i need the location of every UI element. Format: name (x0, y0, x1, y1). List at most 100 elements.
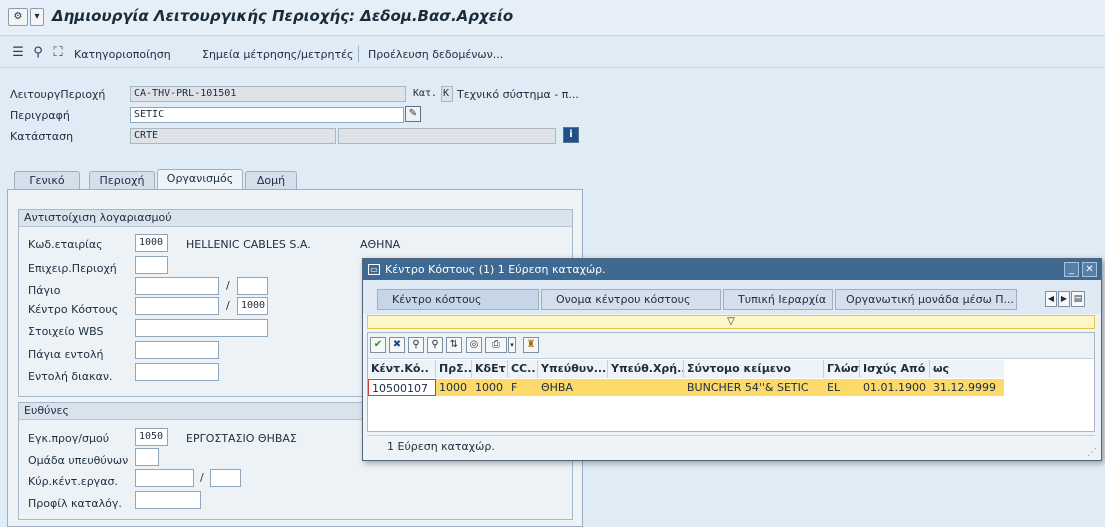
asset-order-field[interactable] (135, 341, 219, 359)
dialog-title-bar: Κέντρο Κόστους (1) 1 Εύρεση καταχώρ. (363, 259, 1101, 280)
description-field[interactable]: SETIC (130, 107, 404, 123)
binoculars-icon[interactable]: ⚲ (30, 46, 46, 60)
asset-label: Πάγιο (28, 284, 61, 297)
planning-plant-name: ΕΡΓΟΣΤΑΣΙΟ ΘΗΒΑΣ (186, 432, 297, 445)
category-text: Τεχνικό σύστημα - π... (457, 88, 579, 101)
status-label: Κατάσταση (10, 130, 74, 143)
dialog-tabstrip: Κέντρο κόστους Ονομα κέντρου κόστους Τυπ… (363, 280, 1101, 314)
collapse-restrictions-icon[interactable]: ▽ (367, 315, 1095, 329)
window-icon: ▭ (368, 264, 380, 275)
dialog-tab-standard-hierarchy[interactable]: Τυπική Ιεραρχία (723, 289, 833, 310)
cost-center-field[interactable] (135, 297, 219, 315)
tab-scroll-left-icon[interactable]: ◀ (1045, 291, 1057, 307)
dialog-tab-cost-center-name[interactable]: Ονομα κέντρου κόστους (541, 289, 721, 310)
main-work-center-field[interactable] (135, 469, 194, 487)
col-header-valid-from[interactable]: Ισχύς Από (860, 360, 930, 378)
catalog-profile-field[interactable] (135, 491, 201, 509)
settlement-order-label: Εντολή διακαν. (28, 370, 113, 383)
dialog-status-text: 1 Εύρεση καταχώρ. (367, 435, 1095, 457)
hierarchy-icon[interactable]: ⛶ (50, 46, 66, 60)
catalog-profile-label: Προφίλ καταλόγ. (28, 497, 122, 510)
classification-button[interactable]: Κατηγοριοποίηση (74, 48, 171, 61)
group-title: Αντιστοίχιση λογαριασμού (19, 210, 572, 227)
resize-grip-icon[interactable]: ⋰ (1087, 447, 1099, 459)
find-icon[interactable]: ⚲ (408, 337, 424, 353)
close-icon[interactable]: ✕ (1082, 262, 1097, 277)
col-header-user-responsible[interactable]: Υπεύθ.Χρή... (608, 360, 684, 378)
cell-language: EL (827, 381, 841, 394)
tab-structure[interactable]: Δομή (245, 171, 297, 190)
data-origin-button[interactable]: Προέλευση δεδομένων... (368, 48, 503, 61)
business-area-field[interactable] (135, 256, 168, 274)
find-next-icon[interactable]: ⚲ (427, 337, 443, 353)
func-loc-field[interactable]: CA-THV-PRL-101501 (130, 86, 406, 102)
status-field-2[interactable] (338, 128, 556, 144)
tab-general[interactable]: Γενικό (14, 171, 80, 190)
asset-order-label: Πάγια εντολή (28, 348, 104, 361)
category-field[interactable]: K (441, 86, 453, 102)
col-header-cc[interactable]: CC.. (508, 360, 538, 378)
grid-toolbar: ✔ ✖ ⚲ ⚲ ⇅ ◎ ⎙ ▾ ♜ (368, 333, 1094, 359)
dialog-tab-org-unit[interactable]: Οργανωτική μονάδα μέσω Π... (835, 289, 1017, 310)
app-menu-icon[interactable]: ⚙ (8, 8, 28, 26)
planner-group-field[interactable] (135, 448, 159, 466)
controlling-area-field[interactable]: 1000 (237, 297, 268, 315)
col-header-controlling-area[interactable]: ΠρΣ.. (436, 360, 472, 378)
info-icon[interactable]: i (563, 127, 579, 143)
cell-short-text: BUNCHER 54''& SETIC (687, 381, 809, 394)
col-header-short-text[interactable]: Σύντομο κείμενο (684, 360, 824, 378)
cell-cost-center[interactable]: 10500107 (368, 379, 436, 396)
planning-plant-field[interactable]: 1050 (135, 428, 168, 446)
cell-user-responsible (608, 379, 684, 396)
dialog-tab-cost-center[interactable]: Κέντρο κόστους (377, 289, 539, 310)
print-dropdown-icon[interactable]: ▾ (508, 337, 516, 353)
status-field[interactable]: CRTE (130, 128, 336, 144)
planner-group-label: Ομάδα υπευθύνων (28, 454, 129, 467)
main-work-center-label: Κύρ.κέντ.εργασ. (28, 475, 118, 488)
cost-center-label: Κέντρο Κόστους (28, 303, 119, 316)
wbs-label: Στοιχείο WBS (28, 325, 104, 338)
col-header-cost-center[interactable]: Κέντ.Κό.. (368, 360, 436, 378)
cell-company-code: 1000 (475, 381, 503, 394)
description-label: Περιγραφή (10, 109, 70, 122)
col-header-valid-to[interactable]: ως (930, 360, 1004, 378)
cell-valid-from: 01.01.1900 (863, 381, 926, 394)
asset-field[interactable] (135, 277, 219, 295)
cell-cc: F (511, 381, 518, 394)
app-toolbar: ☰ ⚲ ⛶ Κατηγοριοποίηση Σημεία μέτρησης/με… (0, 38, 1105, 68)
dialog-title: Κέντρο Κόστους (1) 1 Εύρεση καταχώρ. (385, 263, 606, 276)
measuring-points-button[interactable]: Σημεία μέτρησης/μετρητές (202, 48, 354, 61)
cell-controlling-area: 1000 (439, 381, 467, 394)
sort-icon[interactable]: ⇅ (446, 337, 462, 353)
col-header-company-code[interactable]: ΚδΕτ (472, 360, 508, 378)
edit-long-text-icon[interactable]: ✎ (405, 106, 421, 122)
print-icon[interactable]: ⎙ (485, 337, 507, 353)
personal-list-icon[interactable]: ♜ (523, 337, 539, 353)
tab-location[interactable]: Περιοχή (89, 171, 155, 190)
company-name: HELLENIC CABLES S.A. (186, 238, 311, 251)
check-icon[interactable]: ✔ (370, 337, 386, 353)
business-area-label: Επιχειρ.Περιοχή (28, 262, 117, 275)
func-loc-label: ΛειτουργΠεριοχή (10, 88, 106, 101)
filter-icon[interactable]: ◎ (466, 337, 482, 353)
dropdown-icon[interactable]: ▾ (30, 8, 44, 26)
tab-scroll-right-icon[interactable]: ▶ (1058, 291, 1070, 307)
cell-valid-to: 31.12.9999 (933, 381, 996, 394)
asset-sub-field[interactable] (237, 277, 268, 295)
col-header-language[interactable]: Γλώσ.. (824, 360, 860, 378)
col-header-responsible[interactable]: Υπεύθυν... (538, 360, 608, 378)
results-grid: ✔ ✖ ⚲ ⚲ ⇅ ◎ ⎙ ▾ ♜ Κέντ.Κό.. ΠρΣ.. ΚδΕτ C… (367, 332, 1095, 432)
company-code-field[interactable]: 1000 (135, 234, 168, 252)
tab-list-icon[interactable]: ▤ (1071, 291, 1085, 307)
settlement-order-field[interactable] (135, 363, 219, 381)
work-center-plant-field[interactable] (210, 469, 241, 487)
category-label: Κατ. (413, 88, 438, 99)
cancel-icon[interactable]: ✖ (389, 337, 405, 353)
minimize-icon[interactable]: _ (1064, 262, 1079, 277)
toolbar-separator (358, 46, 359, 62)
cost-center-slash: / (226, 299, 230, 312)
wbs-field[interactable] (135, 319, 268, 337)
company-code-label: Κωδ.εταιρίας (28, 238, 103, 251)
tab-organization[interactable]: Οργανισμός (157, 169, 243, 190)
list-icon[interactable]: ☰ (10, 46, 26, 60)
